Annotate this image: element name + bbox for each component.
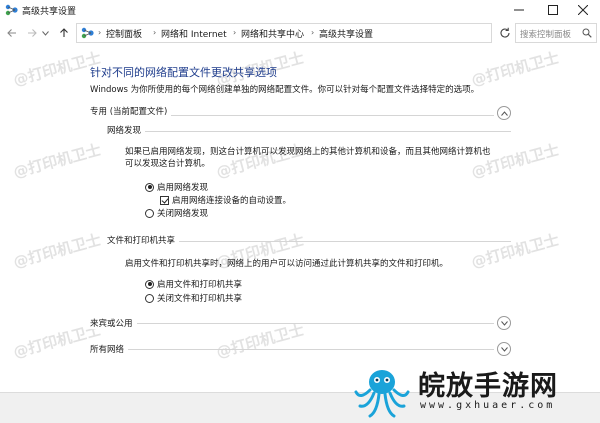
chevron-down-icon xyxy=(500,346,508,352)
option-label: 启用网络连接设备的自动设置。 xyxy=(172,196,292,206)
radio-button[interactable] xyxy=(145,182,154,192)
watermark: @打印机卫士 xyxy=(469,48,561,90)
back-button[interactable] xyxy=(4,25,20,41)
section-all-header[interactable]: 所有网络 xyxy=(90,343,129,355)
arrow-left-icon xyxy=(7,29,16,37)
page-description: Windows 为你所使用的每个网络创建单独的网络配置文件。你可以针对每个配置文… xyxy=(90,85,480,95)
breadcrumb-item[interactable]: 网络和共享中心 xyxy=(241,27,304,40)
breadcrumb-separator: › xyxy=(153,28,157,37)
network-sharing-icon xyxy=(81,27,94,39)
network-discovery-text: 如果已启用网络发现，则这台计算机可以发现网络上的其他计算机和设备，而且其他网络计… xyxy=(125,147,491,157)
section-guest-header[interactable]: 来宾或公用 xyxy=(90,317,137,329)
expand-all-button[interactable] xyxy=(497,342,511,356)
search-icon xyxy=(582,28,592,38)
recent-locations-button[interactable] xyxy=(40,25,50,41)
chevron-down-icon xyxy=(500,320,508,326)
enable-file-sharing-option[interactable]: 启用文件和打印机共享 xyxy=(145,278,242,290)
radio-button[interactable] xyxy=(145,208,154,218)
option-label: 关闭网络发现 xyxy=(157,209,209,219)
chevron-up-icon xyxy=(500,110,508,116)
expand-guest-button[interactable] xyxy=(497,316,511,330)
breadcrumb-item[interactable]: 高级共享设置 xyxy=(319,27,373,40)
subsection-divider xyxy=(107,131,511,132)
window-title: 高级共享设置 xyxy=(22,7,77,17)
checkbox[interactable] xyxy=(160,195,169,205)
watermark: @打印机卫士 xyxy=(11,230,103,272)
minimize-icon xyxy=(514,9,524,11)
network-discovery-text: 可以发现这台计算机。 xyxy=(125,159,211,169)
breadcrumb-separator: › xyxy=(98,28,102,37)
close-button[interactable] xyxy=(563,0,600,20)
enable-network-discovery-option[interactable]: 启用网络发现 xyxy=(145,181,208,193)
watermark: @打印机卫士 xyxy=(11,140,103,182)
disable-file-sharing-option[interactable]: 关闭文件和打印机共享 xyxy=(145,292,242,304)
maximize-icon xyxy=(548,5,558,15)
section-divider xyxy=(90,323,494,324)
option-label: 关闭文件和打印机共享 xyxy=(157,294,243,304)
auto-setup-option[interactable]: 启用网络连接设备的自动设置。 xyxy=(160,194,291,206)
search-input[interactable]: 搜索控制面板 xyxy=(515,23,597,43)
title-bar: 高级共享设置 xyxy=(0,0,600,20)
breadcrumb-separator: › xyxy=(311,28,315,37)
section-divider xyxy=(90,349,494,350)
search-placeholder: 搜索控制面板 xyxy=(520,30,572,40)
arrow-up-icon xyxy=(60,28,68,37)
breadcrumb-item[interactable]: 网络和 Internet xyxy=(161,27,227,40)
navigation-bar: › 控制面板 › 网络和 Internet › 网络和共享中心 › 高级共享设置… xyxy=(0,22,600,44)
disable-network-discovery-option[interactable]: 关闭网络发现 xyxy=(145,207,208,219)
option-label: 启用文件和打印机共享 xyxy=(157,280,243,290)
collapse-private-button[interactable] xyxy=(497,106,511,120)
network-sharing-icon xyxy=(5,4,18,16)
file-sharing-text: 启用文件和打印机共享时，网络上的用户可以访问通过此计算机共享的文件和打印机。 xyxy=(125,259,449,269)
close-icon xyxy=(578,5,588,15)
radio-button[interactable] xyxy=(145,279,154,289)
radio-button[interactable] xyxy=(145,293,154,303)
arrow-right-icon xyxy=(28,29,37,37)
option-label: 启用网络发现 xyxy=(157,183,209,193)
section-private-header[interactable]: 专用 (当前配置文件) xyxy=(90,105,172,117)
watermark: @打印机卫士 xyxy=(214,320,306,362)
page-title: 针对不同的网络配置文件更改共享选项 xyxy=(90,66,277,79)
brand-name: 皖放手游网 xyxy=(418,371,558,402)
octopus-logo-icon xyxy=(354,370,410,418)
network-discovery-heading: 网络发现 xyxy=(107,124,146,136)
breadcrumb-item[interactable]: 控制面板 xyxy=(106,27,142,40)
watermark: @打印机卫士 xyxy=(469,230,561,272)
breadcrumb-separator: › xyxy=(233,28,237,37)
refresh-icon[interactable] xyxy=(498,26,512,40)
up-button[interactable] xyxy=(56,25,72,41)
chevron-down-icon xyxy=(41,30,49,36)
forward-button[interactable] xyxy=(24,25,40,41)
address-bar[interactable]: › 控制面板 › 网络和 Internet › 网络和共享中心 › 高级共享设置 xyxy=(76,23,563,43)
brand-url: www.gxhuaer.com xyxy=(420,400,556,411)
file-sharing-heading: 文件和打印机共享 xyxy=(107,234,180,246)
